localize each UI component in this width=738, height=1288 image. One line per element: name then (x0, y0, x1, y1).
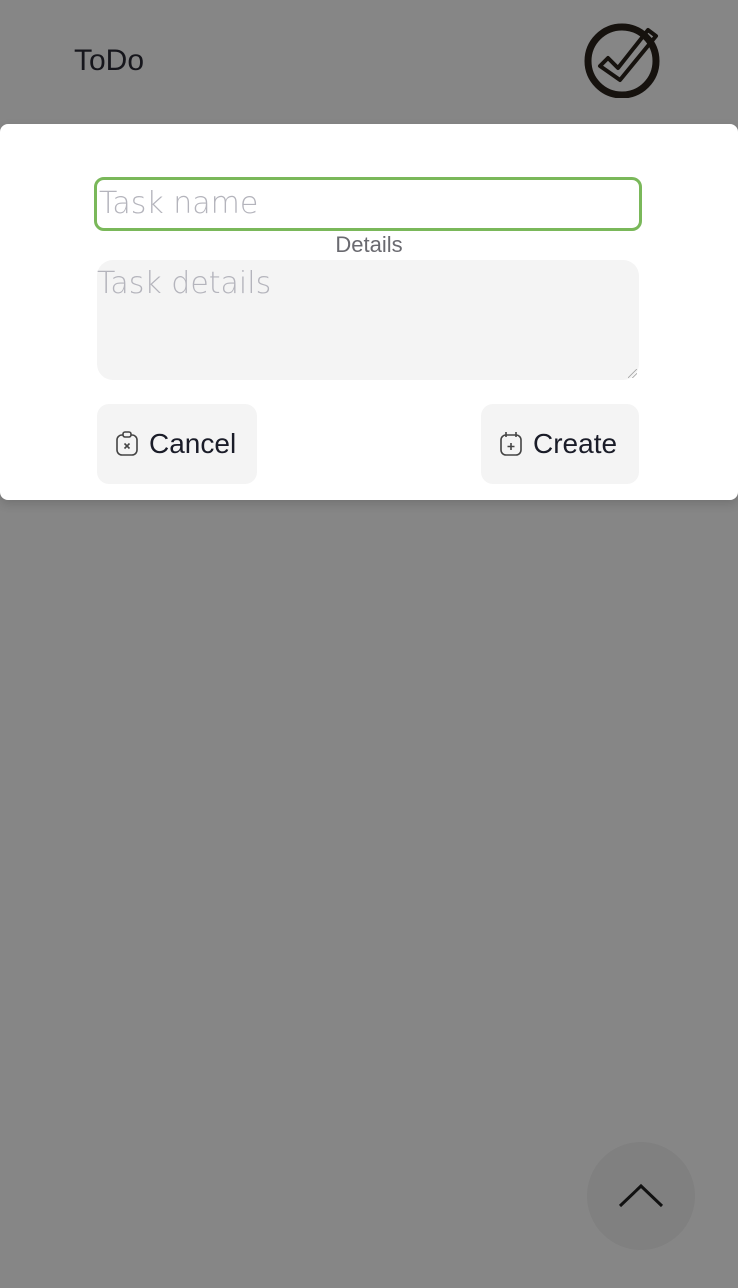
details-label: Details (335, 232, 403, 257)
new-task-dialog: Task name Details Task details Cancel Cr… (0, 124, 738, 500)
app-title: ToDo (74, 44, 145, 77)
task-details-textarea[interactable]: Task details (97, 260, 639, 380)
cancel-button[interactable]: Cancel (97, 404, 257, 484)
chevron-up-icon (618, 1183, 664, 1208)
cancel-label: Cancel (149, 428, 237, 459)
scroll-to-top-button[interactable] (587, 1142, 695, 1250)
resize-handle[interactable] (628, 369, 637, 378)
calendar-plus-icon (500, 432, 522, 456)
create-label: Create (533, 428, 618, 459)
task-details-placeholder: Task details (97, 266, 272, 301)
app-header: ToDo (0, 0, 738, 124)
task-name-input[interactable]: Task name (94, 177, 642, 231)
create-button[interactable]: Create (481, 404, 639, 484)
checkmark-logo-icon (584, 23, 660, 98)
clipboard-x-icon (116, 431, 138, 456)
